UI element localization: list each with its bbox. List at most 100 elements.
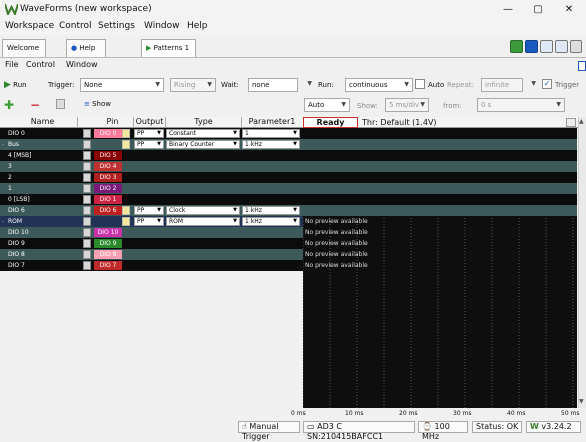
menu-help[interactable]: Help	[187, 21, 208, 31]
table-row[interactable]: DIO 10 DIO 10	[0, 227, 303, 238]
timebase-select[interactable]: 5 ms/div ▼	[385, 98, 429, 112]
vertical-scrollbar[interactable]	[578, 117, 586, 408]
menu-control-sub[interactable]: Control	[26, 60, 55, 69]
table-row[interactable]: DIO 7 DIO 7	[0, 260, 303, 271]
maximize-button[interactable]: ▢	[523, 2, 553, 17]
type-select[interactable]: Binary Counter ▼	[166, 140, 240, 149]
trigger-select[interactable]: None ▼	[80, 78, 164, 92]
column-header-output[interactable]: Output	[134, 117, 166, 128]
version-button[interactable]: W v3.24.2	[526, 421, 581, 433]
signal-edit-icon[interactable]	[83, 206, 91, 215]
show-menu[interactable]: ≡ Show	[84, 100, 111, 108]
device-button[interactable]: ▭ AD3 C SN:210415BAFCC1	[303, 421, 415, 441]
menu-window-sub[interactable]: Window	[66, 60, 98, 69]
menu-control[interactable]: Control	[59, 21, 92, 31]
from-input[interactable]: 0 s ▼	[477, 98, 565, 112]
expand-icon[interactable]: -	[2, 216, 4, 227]
repeat-input[interactable]: infinite	[481, 78, 523, 92]
parameter-select[interactable]: 1 kHz ▼	[242, 140, 300, 149]
column-header-parameter[interactable]: Parameter1	[242, 117, 302, 128]
table-row[interactable]: 0 [LSB] DIO 1	[0, 194, 303, 205]
fit-view-icon[interactable]	[566, 118, 576, 127]
expand-icon[interactable]: -	[2, 139, 4, 150]
status-button[interactable]: Status: OK	[472, 421, 522, 433]
output-select[interactable]: PP ▼	[134, 217, 164, 226]
signal-edit-icon[interactable]	[83, 129, 91, 138]
signal-edit-icon[interactable]	[83, 250, 91, 259]
pencil-icon[interactable]	[122, 206, 130, 215]
column-header-type[interactable]: Type	[166, 117, 242, 128]
table-row[interactable]: - ROM PP ▼ ROM ▼ 1 kHz ▼	[0, 216, 303, 227]
type-select[interactable]: Constant ▼	[166, 129, 240, 138]
close-button[interactable]: ✕	[554, 2, 584, 17]
scroll-down-icon[interactable]: ▼	[579, 398, 585, 406]
signal-edit-icon[interactable]	[83, 173, 91, 182]
pencil-icon[interactable]	[122, 217, 130, 226]
signal-edit-icon[interactable]	[83, 195, 91, 204]
table-row[interactable]: DIO 8 DIO 8	[0, 249, 303, 260]
wait-input[interactable]: none	[248, 78, 298, 92]
signal-edit-icon[interactable]	[83, 140, 91, 149]
edge-select[interactable]: Rising ▼	[170, 78, 216, 92]
scroll-up-icon[interactable]: ▲	[579, 118, 585, 126]
pencil-icon[interactable]	[122, 129, 130, 138]
auto-select[interactable]: Auto ▼	[304, 98, 350, 112]
column-header-name[interactable]: Name	[8, 117, 78, 128]
table-row[interactable]: DIO 9 DIO 9	[0, 238, 303, 249]
parameter-select[interactable]: 1 ▼	[242, 129, 300, 138]
manual-trigger-button[interactable]: ☝ Manual Trigger	[238, 421, 300, 441]
column-header-pin[interactable]: Pin	[92, 117, 134, 128]
frequency-button[interactable]: ⌚ 100 MHz	[418, 421, 468, 441]
table-row[interactable]: 2 DIO 3	[0, 172, 303, 183]
add-signal-icon[interactable]: ✚	[4, 98, 14, 112]
run-tool-button[interactable]	[510, 40, 523, 53]
output-select[interactable]: PP ▼	[134, 206, 164, 215]
repeat-dropdown[interactable]: ▼	[525, 78, 539, 92]
table-row[interactable]: 3 DIO 4	[0, 161, 303, 172]
menu-settings[interactable]: Settings	[98, 21, 135, 31]
signal-name: 2	[8, 174, 12, 181]
signal-edit-icon[interactable]	[83, 239, 91, 248]
tab-patterns[interactable]: ▶ Patterns 1 ✕	[141, 39, 196, 68]
settings-tool-button[interactable]	[570, 40, 582, 53]
output-select[interactable]: PP ▼	[134, 129, 164, 138]
layout-tool-button-1[interactable]	[540, 40, 553, 53]
type-select[interactable]: Clock ▼	[166, 206, 240, 215]
signal-edit-icon[interactable]	[83, 228, 91, 237]
minimize-button[interactable]: —	[493, 2, 523, 17]
output-select[interactable]: PP ▼	[134, 140, 164, 149]
signal-name: DIO 7	[8, 262, 25, 269]
signal-edit-icon[interactable]	[83, 217, 91, 226]
trigger-checkbox[interactable]: ✓	[542, 79, 552, 89]
run-mode-select[interactable]: continuous ▼	[345, 78, 413, 92]
remove-signal-icon[interactable]: −	[30, 98, 40, 112]
signal-edit-icon[interactable]	[83, 184, 91, 193]
menu-window[interactable]: Window	[144, 21, 180, 31]
table-row[interactable]: 4 [MSB] DIO 5	[0, 150, 303, 161]
run-button[interactable]: ▶ Run	[4, 80, 27, 90]
table-row[interactable]: 1 DIO 2	[0, 183, 303, 194]
signal-edit-icon[interactable]	[83, 261, 91, 270]
pencil-icon[interactable]	[122, 140, 130, 149]
waveform-lane	[303, 150, 577, 161]
tab-help[interactable]: ● Help	[66, 39, 106, 57]
output-value: PP	[137, 207, 145, 214]
table-row[interactable]: DIO 6 DIO 6 PP ▼ Clock ▼ 1 kHz ▼	[0, 205, 303, 216]
tab-welcome[interactable]: Welcome ✚	[2, 39, 46, 69]
table-row[interactable]: DIO 0 DIO 0 PP ▼ Constant ▼ 1 ▼	[0, 128, 303, 139]
type-select[interactable]: ROM ▼	[166, 217, 240, 226]
signal-edit-icon[interactable]	[83, 162, 91, 171]
edit-signal-icon[interactable]	[56, 99, 65, 109]
dock-icon[interactable]	[578, 61, 586, 71]
signal-edit-icon[interactable]	[83, 151, 91, 160]
wait-dropdown[interactable]: ▼	[303, 78, 315, 92]
auto-checkbox[interactable]	[415, 79, 425, 89]
parameter-select[interactable]: 1 kHz ▼	[242, 206, 300, 215]
parameter-select[interactable]: 1 kHz ▼	[242, 217, 300, 226]
chevron-down-icon: ▼	[233, 207, 237, 213]
menu-workspace[interactable]: Workspace	[5, 21, 54, 31]
table-row[interactable]: - Bus PP ▼ Binary Counter ▼ 1 kHz ▼	[0, 139, 303, 150]
menu-file[interactable]: File	[5, 60, 18, 69]
stop-tool-button[interactable]	[525, 40, 538, 53]
layout-tool-button-2[interactable]	[555, 40, 568, 53]
